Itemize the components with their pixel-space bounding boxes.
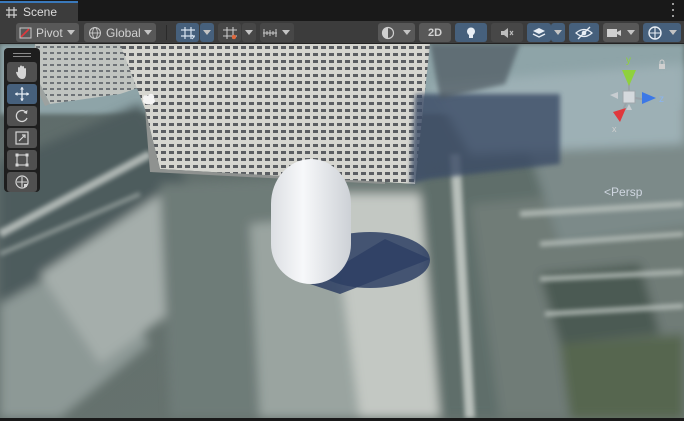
chevron-down-icon — [669, 30, 677, 35]
chevron-down-icon — [554, 30, 562, 35]
tab-scene[interactable]: Scene — [0, 1, 78, 21]
scene-toolbar: Pivot Global 2D — [0, 21, 684, 44]
eye-slash-icon — [575, 26, 593, 39]
grid-hash-icon — [6, 6, 17, 18]
ruler-snap-dropdown[interactable] — [260, 23, 294, 42]
increment-snap-dropdown[interactable] — [242, 23, 256, 42]
z-axis-label: z — [659, 94, 664, 105]
x-axis-cone[interactable] — [613, 108, 626, 122]
pivot-label: Pivot — [36, 25, 63, 40]
projection-label: Persp — [611, 185, 643, 199]
ruler-icon — [263, 28, 277, 37]
global-dropdown[interactable]: Global — [84, 23, 156, 42]
increment-snap-toggle[interactable] — [218, 23, 241, 42]
chevron-down-icon — [245, 30, 253, 35]
hidden-objects-toggle[interactable] — [569, 23, 599, 42]
grid-snap-toggle[interactable] — [176, 23, 199, 42]
y-axis-label: y — [626, 55, 631, 66]
more-options-icon[interactable] — [668, 3, 678, 17]
rect-transform-icon — [15, 153, 29, 167]
chevron-down-icon — [627, 30, 635, 35]
drag-handle[interactable] — [7, 50, 37, 60]
grid-snap-dropdown[interactable] — [200, 23, 214, 42]
chevron-down-icon — [282, 30, 290, 35]
lighting-toggle[interactable] — [455, 23, 487, 42]
pivot-icon — [19, 27, 32, 38]
move-arrows-icon — [15, 87, 29, 101]
rect-tool-button[interactable] — [7, 150, 37, 170]
chevron-down-icon — [144, 30, 152, 35]
shading-mode-icon — [381, 26, 395, 39]
hand-icon — [16, 65, 26, 79]
chevron-down-icon — [67, 30, 75, 35]
camera-icon — [607, 28, 621, 37]
scale-icon — [15, 131, 29, 145]
scale-tool-button[interactable] — [7, 128, 37, 148]
transform-icon — [15, 175, 29, 189]
2d-mode-toggle[interactable]: 2D — [419, 23, 451, 42]
hand-tool-button[interactable] — [7, 62, 37, 82]
chevron-down-icon — [203, 30, 211, 35]
transform-tool-button[interactable] — [7, 172, 37, 192]
z-axis-cone[interactable] — [642, 92, 656, 104]
audio-toggle[interactable] — [491, 23, 523, 42]
2d-mode-label: 2D — [427, 26, 443, 39]
cloud-icon — [143, 93, 155, 105]
gizmos-dropdown[interactable] — [643, 23, 681, 42]
rotate-tool-button[interactable] — [7, 106, 37, 126]
center-cube[interactable] — [622, 90, 636, 104]
scene-render — [0, 44, 684, 418]
tab-scene-label: Scene — [23, 5, 58, 19]
gizmo-sphere-icon — [648, 25, 662, 40]
effects-dropdown[interactable] — [551, 23, 565, 42]
persp-arrow-icon: < — [604, 185, 612, 199]
increment-snap-icon — [222, 26, 237, 39]
tools-overlay — [4, 48, 40, 192]
globe-icon — [89, 26, 101, 39]
y-axis-cone[interactable] — [622, 70, 636, 86]
toolbar-divider — [166, 25, 167, 40]
pivot-dropdown[interactable]: Pivot — [16, 23, 79, 42]
draw-mode-dropdown[interactable] — [378, 23, 415, 42]
lock-icon[interactable] — [659, 59, 665, 69]
camera-settings-dropdown[interactable] — [603, 23, 639, 42]
projection-toggle[interactable]: <Persp — [604, 185, 642, 199]
speaker-muted-icon — [501, 27, 514, 38]
effects-toggle[interactable] — [527, 23, 551, 42]
global-label: Global — [106, 25, 141, 40]
window-tab-bar: Scene — [0, 0, 684, 21]
lightbulb-icon — [467, 27, 475, 38]
rotate-icon — [15, 109, 28, 123]
effects-layers-icon — [532, 27, 546, 38]
scene-viewport[interactable]: y z x <Persp — [0, 44, 684, 418]
orientation-gizmo[interactable]: y z x — [596, 52, 676, 142]
x-axis-label: x — [612, 124, 617, 134]
grid-snap-icon — [180, 26, 195, 39]
chevron-down-icon — [403, 30, 411, 35]
move-tool-button[interactable] — [7, 84, 37, 104]
